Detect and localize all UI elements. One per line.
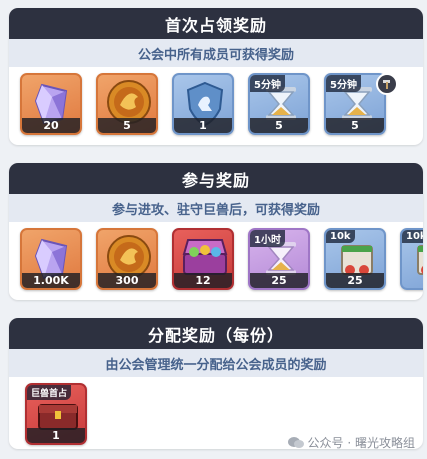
item-count: 5: [326, 118, 384, 133]
item-count: 20: [22, 118, 80, 133]
amount-tag: 10k: [326, 230, 355, 243]
reward-item-treasure-chest[interactable]: 12: [172, 228, 234, 290]
panel-title: 分配奖励（每份）: [9, 318, 423, 349]
reward-item-hourglass-build[interactable]: 5分钟 5: [324, 73, 398, 135]
item-tag: 巨兽首占: [27, 385, 72, 400]
first-occupation-panel: 首次占领奖励 公会中所有成员可获得奖励 20 5 1 5分钟 5 5分钟 5: [9, 8, 423, 145]
item-count: 1.00K: [22, 273, 80, 288]
reward-item-shield-token[interactable]: 1: [172, 73, 234, 135]
reward-item-gold-coin[interactable]: 5: [96, 73, 158, 135]
panel-title: 首次占领奖励: [9, 8, 423, 39]
distribution-panel: 分配奖励（每份） 由公会管理统一分配给公会成员的奖励 巨兽首占 1: [9, 318, 423, 449]
item-count: 5: [250, 118, 308, 133]
reward-item-food-bag-partial[interactable]: 10k: [400, 228, 423, 290]
item-count: 1: [174, 118, 232, 133]
watermark-text: 公众号 · 曙光攻略组: [307, 436, 415, 450]
amount-tag: 10k: [402, 230, 423, 243]
item-count: 25: [326, 273, 384, 288]
wechat-icon: [287, 436, 304, 448]
duration-tag: 5分钟: [250, 75, 285, 92]
reward-item-hourglass[interactable]: 1小时 25: [248, 228, 310, 290]
watermark: 公众号 · 曙光攻略组: [287, 434, 415, 451]
item-count: 12: [174, 273, 232, 288]
reward-item-crystal[interactable]: 1.00K: [20, 228, 82, 290]
reward-item-gold-coin[interactable]: 300: [96, 228, 158, 290]
panel-subtitle: 公会中所有成员可获得奖励: [9, 39, 423, 67]
item-count: 300: [98, 273, 156, 288]
duration-tag: 1小时: [250, 230, 285, 247]
item-count: 1: [27, 428, 85, 443]
reward-item-beast-chest[interactable]: 巨兽首占 1: [25, 383, 87, 445]
hammer-icon: [376, 73, 398, 95]
panel-subtitle: 由公会管理统一分配给公会成员的奖励: [9, 349, 423, 377]
duration-tag: 5分钟: [326, 75, 361, 92]
panel-title: 参与奖励: [9, 163, 423, 194]
participation-panel: 参与奖励 参与进攻、驻守巨兽后，可获得奖励 1.00K 300 12 1小时 2…: [9, 163, 423, 300]
reward-item-food-bag[interactable]: 10k 25: [324, 228, 386, 290]
item-count: 25: [250, 273, 308, 288]
reward-item-hourglass[interactable]: 5分钟 5: [248, 73, 310, 135]
reward-item-crystal[interactable]: 20: [20, 73, 82, 135]
item-count: 5: [98, 118, 156, 133]
panel-subtitle: 参与进攻、驻守巨兽后，可获得奖励: [9, 194, 423, 222]
